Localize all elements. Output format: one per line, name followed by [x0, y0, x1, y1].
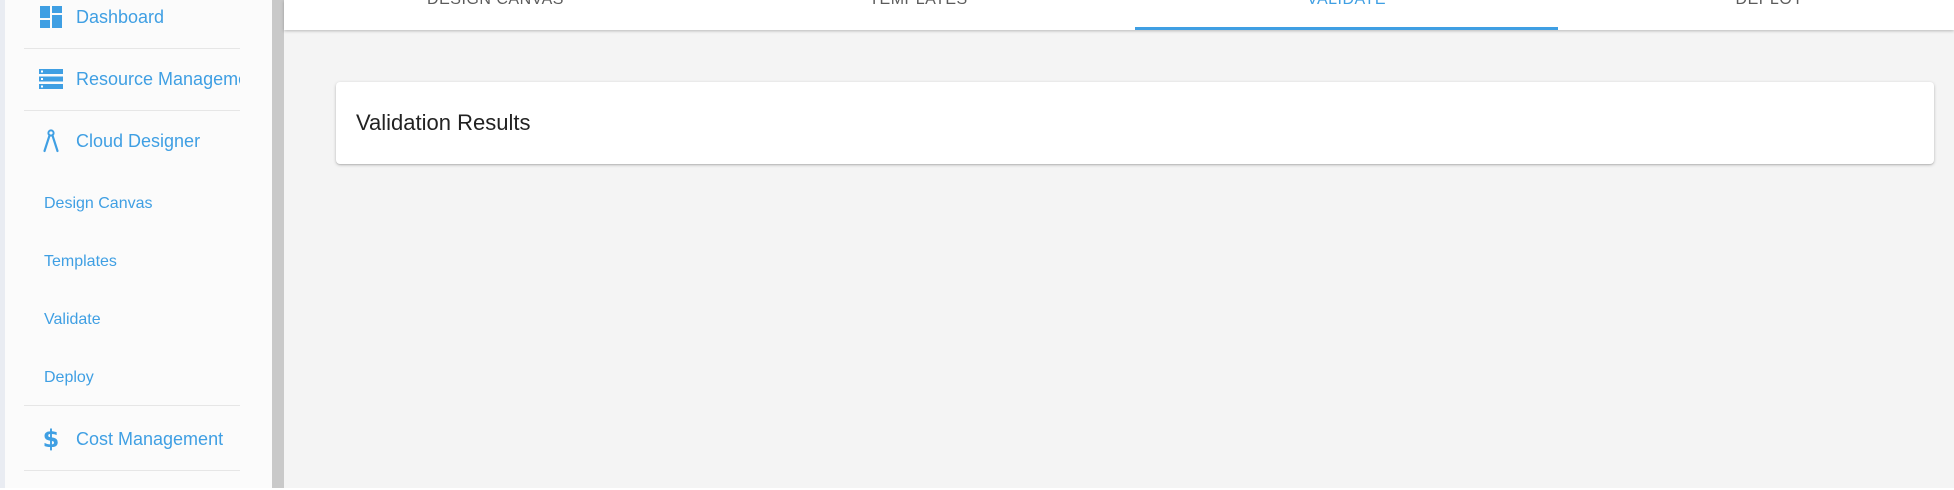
dashboard-icon — [38, 4, 64, 30]
sidebar-item-resource-management[interactable]: Resource Management — [24, 48, 240, 111]
sidebar-subitem-label: Deploy — [44, 368, 94, 386]
sidebar-subitem-validate[interactable]: Validate — [24, 292, 240, 348]
dollar-icon: $ — [42, 425, 60, 453]
sidebar-item-label: Cloud Designer — [76, 130, 201, 151]
compass-icon — [38, 128, 64, 154]
tab-label: DEPLOY — [1736, 0, 1804, 9]
card-title: Validation Results — [356, 110, 531, 135]
tab-bar: DESIGN CANVAS TEMPLATES VALIDATE DEPLOY — [284, 0, 1954, 30]
tab-label: TEMPLATES — [869, 0, 967, 9]
sidebar: Dashboard Resource Management — [0, 0, 272, 488]
tab-validate[interactable]: VALIDATE — [1135, 0, 1558, 30]
sidebar-subitem-templates[interactable]: Templates — [24, 234, 240, 290]
sidebar-scrollbar[interactable] — [272, 0, 284, 488]
sidebar-item-label: Dashboard — [76, 6, 165, 27]
sidebar-item-dashboard[interactable]: Dashboard — [24, 0, 240, 49]
tab-design-canvas[interactable]: DESIGN CANVAS — [284, 0, 707, 30]
tab-deploy[interactable]: DEPLOY — [1558, 0, 1954, 30]
sidebar-item-label: Resource Management — [76, 68, 240, 89]
sidebar-item-cloud-designer[interactable]: Cloud Designer — [24, 110, 240, 172]
active-tab-indicator — [1135, 27, 1558, 30]
sidebar-subitem-design-canvas[interactable]: Design Canvas — [24, 176, 240, 232]
app-window: Dashboard Resource Management — [0, 0, 1954, 488]
sidebar-item-cost-management[interactable]: $ Cost Management — [24, 408, 240, 471]
sidebar-subitem-deploy[interactable]: Deploy — [24, 350, 240, 406]
sidebar-subitem-label: Validate — [44, 311, 101, 328]
tab-templates[interactable]: TEMPLATES — [707, 0, 1130, 30]
list-icon — [38, 66, 64, 92]
main-content: DESIGN CANVAS TEMPLATES VALIDATE DEPLOY … — [284, 0, 1954, 488]
sidebar-subitem-label: Templates — [44, 253, 117, 270]
tab-label: DESIGN CANVAS — [427, 0, 564, 9]
sidebar-item-label: Cost Management — [76, 428, 224, 449]
tab-label: VALIDATE — [1307, 0, 1386, 9]
validation-results-card: Validation Results — [336, 82, 1934, 164]
sidebar-subitem-label: Design Canvas — [44, 195, 153, 212]
